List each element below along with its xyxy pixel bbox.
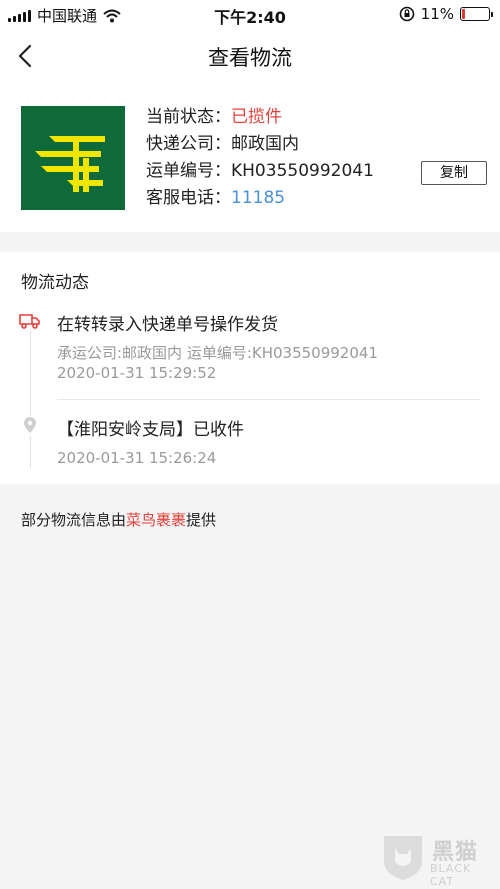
timeline-line [30, 330, 31, 468]
event-2-title: 【淮阳安岭支局】已收件 [57, 420, 244, 440]
watermark-en: BLACK CAT [430, 862, 472, 888]
tracking-card: 物流动态 在转转录入快递单号操作发货 承运公司:邮政国内 运单编号:KH0355… [0, 252, 500, 484]
status-bar: 中国联通 下午2:40 11% [0, 0, 500, 28]
event-2-time: 2020-01-31 15:26:24 [57, 449, 217, 467]
tracking-number-row: 运单编号：KH03550992041 [146, 158, 374, 185]
black-cat-watermark: 黑猫 BLACK CAT [378, 832, 488, 888]
black-cat-logo [384, 836, 422, 880]
data-source-note: 部分物流信息由菜鸟裹裹提供 [21, 509, 216, 530]
status-row: 当前状态：已揽件 [146, 104, 374, 131]
event-1-time: 2020-01-31 15:29:52 [57, 364, 217, 382]
source-prefix: 部分物流信息由 [21, 511, 127, 529]
source-suffix: 提供 [186, 511, 217, 529]
phone-link[interactable]: 11185 [231, 188, 285, 208]
rotation-lock-icon [399, 6, 414, 22]
event-1-detail: 承运公司:邮政国内 运单编号:KH03550992041 [57, 344, 378, 362]
info-rows: 当前状态：已揽件 快递公司：邮政国内 运单编号：KH03550992041 客服… [146, 104, 374, 212]
battery-fill [462, 9, 465, 19]
cainiao-link[interactable]: 菜鸟裹裹 [126, 511, 186, 529]
phone-label: 客服电话： [146, 188, 231, 208]
tracking-label: 运单编号： [146, 161, 231, 181]
phone-row: 客服电话：11185 [146, 185, 374, 212]
company-row: 快递公司：邮政国内 [146, 131, 374, 158]
china-post-logo [21, 106, 125, 210]
location-pin-icon [22, 416, 38, 436]
status-right: 11% [399, 5, 493, 23]
shipment-info-card: 当前状态：已揽件 快递公司：邮政国内 运单编号：KH03550992041 客服… [0, 84, 500, 232]
battery-percent: 11% [420, 5, 454, 23]
event-1-title: 在转转录入快递单号操作发货 [57, 315, 278, 335]
copy-button[interactable]: 复制 [421, 161, 487, 185]
company-label: 快递公司： [146, 134, 231, 154]
event-divider [57, 399, 480, 400]
china-post-logo-mark [35, 136, 105, 192]
status-label: 当前状态： [146, 107, 231, 127]
tracking-heading: 物流动态 [21, 273, 89, 293]
battery-icon [460, 7, 493, 21]
truck-icon [18, 312, 42, 330]
status-value: 已揽件 [231, 107, 282, 127]
page-title: 查看物流 [208, 46, 292, 70]
tracking-number: KH03550992041 [231, 161, 374, 181]
screen: 中国联通 下午2:40 11% 查看物流 当前状态：已揽件 快递公司：邮政国内 … [0, 0, 500, 889]
company-value: 邮政国内 [231, 134, 299, 154]
nav-bar: 查看物流 [0, 28, 500, 84]
